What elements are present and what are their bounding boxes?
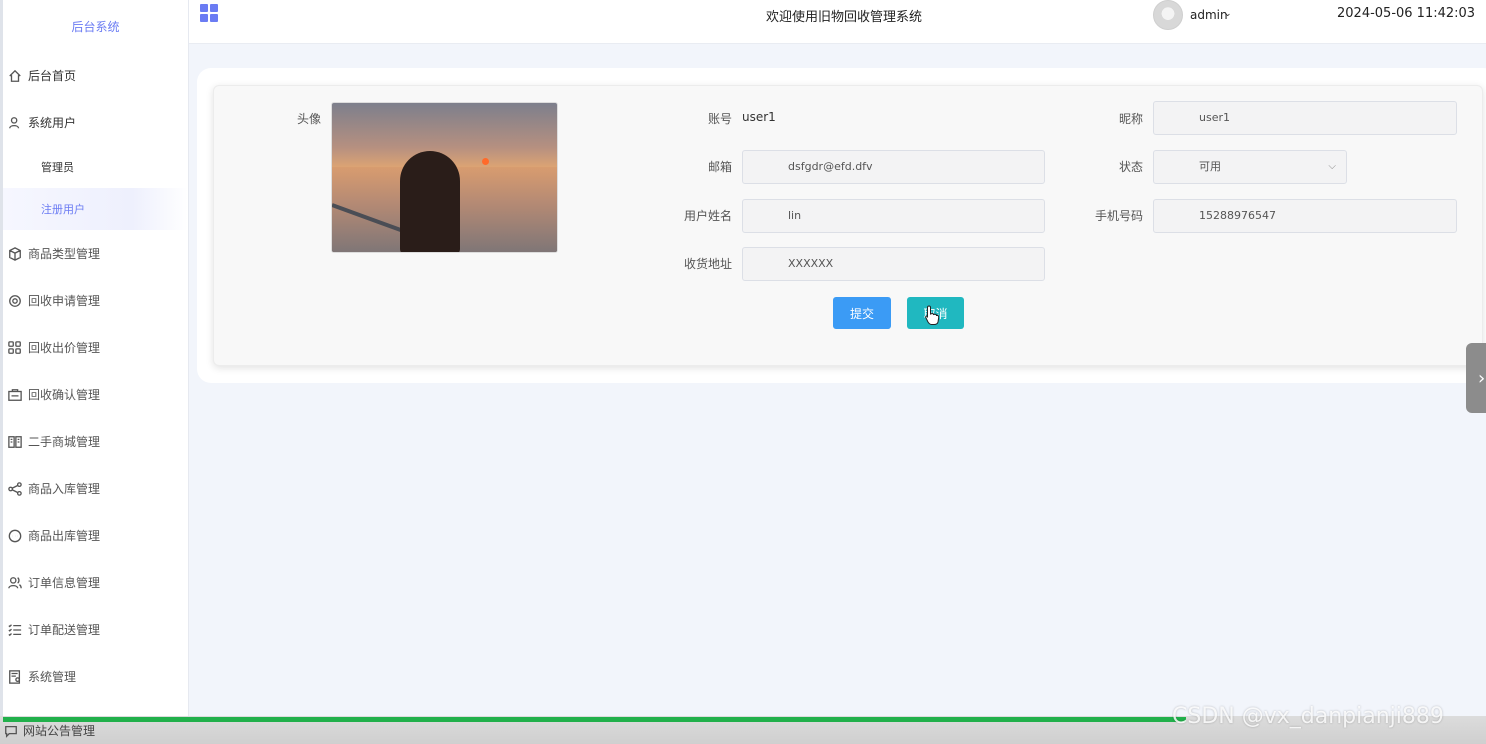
avatar-label: 头像 [296, 112, 321, 126]
sidebar-item-label: 系统用户 [28, 116, 77, 130]
sidebar-item-label: 商品出库管理 [28, 529, 101, 543]
sidebar-item-label: 回收出价管理 [28, 341, 101, 355]
avatar-image[interactable] [331, 102, 558, 253]
list-icon [7, 622, 23, 638]
top-header: 欢迎使用旧物回收管理系统 admin ⌄ 2024-05-06 11:42:03 [189, 0, 1486, 44]
status-select-value: 可用 [1199, 160, 1221, 173]
sidebar-item-recycle-apply[interactable]: 回收申请管理 [3, 277, 188, 324]
user-menu[interactable]: admin [1190, 8, 1228, 22]
current-datetime: 2024-05-06 11:42:03 [1337, 6, 1476, 21]
account-label: 账号 [707, 112, 732, 126]
sidebar-item-label: 订单信息管理 [28, 576, 101, 590]
users-icon [7, 575, 23, 591]
phone-label: 手机号码 [1094, 209, 1143, 223]
email-field[interactable]: dsfgdr@efd.dfv [742, 150, 1045, 184]
sidebar-item-label: 网站公告管理 [23, 724, 96, 738]
status-select[interactable]: 可用 ⌵ [1153, 150, 1347, 184]
hand-cursor-icon [925, 305, 939, 325]
briefcase-icon [7, 387, 23, 403]
sidebar-item-label: 商品入库管理 [28, 482, 101, 496]
sidebar-menu: 后台首页 系统用户 管理员 注册用户 商品类型管理 回收申请管理 回收出价管理 … [3, 52, 188, 700]
side-drawer-toggle[interactable]: › [1466, 343, 1486, 413]
cube-icon [7, 246, 23, 262]
email-label: 邮箱 [707, 160, 732, 174]
sidebar-subitem-registered-users[interactable]: 注册用户 [3, 188, 188, 230]
chat-icon [7, 528, 23, 544]
menu-toggle-icon[interactable] [200, 4, 218, 22]
chevron-down-icon[interactable]: ⌄ [1224, 9, 1232, 19]
sidebar-item-label: 订单配送管理 [28, 623, 101, 637]
book-icon [7, 434, 23, 450]
gear-icon [7, 293, 23, 309]
sidebar-item-announcement[interactable]: 网站公告管理 [4, 722, 95, 739]
address-field[interactable]: XXXXXX [742, 247, 1045, 281]
account-value: user1 [742, 110, 776, 124]
sidebar-item-second-hand-mall[interactable]: 二手商城管理 [3, 418, 188, 465]
chevron-down-icon: ⌵ [1328, 161, 1336, 172]
sidebar-item-recycle-confirm[interactable]: 回收确认管理 [3, 371, 188, 418]
chevron-right-icon: › [1478, 367, 1486, 389]
grid-icon [7, 340, 23, 356]
sidebar-item-home[interactable]: 后台首页 [3, 52, 188, 99]
progress-bar [3, 717, 1186, 722]
sidebar: 后台系统 后台首页 系统用户 管理员 注册用户 商品类型管理 回收申请管理 回收… [0, 0, 189, 744]
sidebar-item-order-delivery[interactable]: 订单配送管理 [3, 606, 188, 653]
sidebar-item-system-manage[interactable]: 系统管理 [3, 653, 188, 700]
address-label: 收货地址 [683, 257, 732, 271]
sidebar-item-order-info[interactable]: 订单信息管理 [3, 559, 188, 606]
doc-settings-icon [7, 669, 23, 685]
status-label: 状态 [1118, 160, 1143, 174]
avatar[interactable] [1153, 0, 1183, 30]
submit-button[interactable]: 提交 [833, 297, 891, 329]
home-icon [7, 68, 23, 84]
sidebar-item-label: 回收申请管理 [28, 294, 101, 308]
sidebar-item-recycle-bid[interactable]: 回收出价管理 [3, 324, 188, 371]
sidebar-item-label: 二手商城管理 [28, 435, 101, 449]
watermark: CSDN @vx_danpianji889 [1172, 704, 1444, 729]
sidebar-subitem-admin[interactable]: 管理员 [3, 146, 188, 188]
brand-title: 后台系统 [71, 19, 120, 34]
phone-field[interactable]: 15288976547 [1153, 199, 1457, 233]
sidebar-item-label: 系统管理 [28, 670, 77, 684]
sidebar-item-goods-type[interactable]: 商品类型管理 [3, 230, 188, 277]
nickname-field[interactable]: user1 [1153, 101, 1457, 135]
sidebar-item-label: 回收确认管理 [28, 388, 101, 402]
nickname-label: 昵称 [1118, 112, 1143, 126]
sidebar-item-goods-inbound[interactable]: 商品入库管理 [3, 465, 188, 512]
user-icon [7, 115, 23, 131]
realname-label: 用户姓名 [683, 209, 732, 223]
chat-bubble-icon [5, 725, 17, 738]
sidebar-item-goods-outbound[interactable]: 商品出库管理 [3, 512, 188, 559]
share-icon [7, 481, 23, 497]
sidebar-item-system-users[interactable]: 系统用户 [3, 99, 188, 146]
welcome-title: 欢迎使用旧物回收管理系统 [766, 10, 923, 25]
realname-field[interactable]: lin [742, 199, 1045, 233]
sidebar-item-label: 后台首页 [28, 69, 77, 83]
sidebar-item-label: 商品类型管理 [28, 247, 101, 261]
